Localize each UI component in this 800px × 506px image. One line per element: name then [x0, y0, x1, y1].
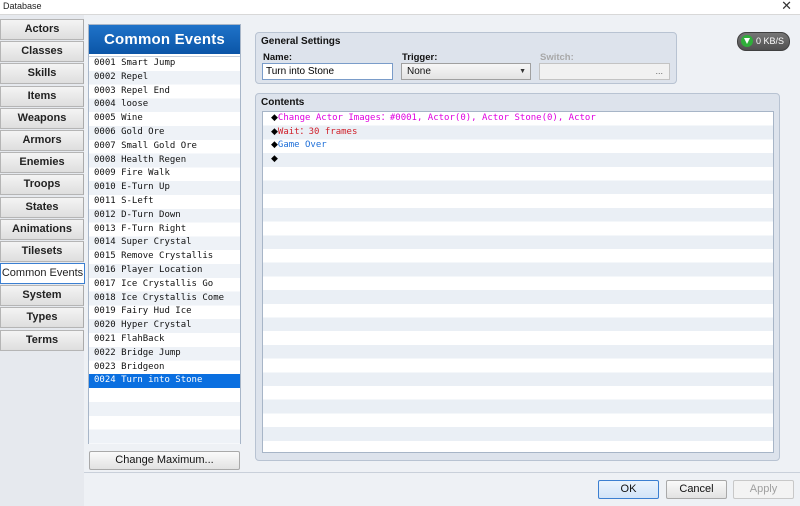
command-row[interactable]: ◆Change Actor Images：#0001, Actor(0), Ac…	[263, 112, 773, 126]
command-row[interactable]: ◆Wait：30 frames	[263, 126, 773, 140]
list-item[interactable]: 0009 Fire Walk	[89, 167, 240, 181]
tab-terms[interactable]: Terms	[0, 329, 84, 351]
list-item[interactable]: 0023 Bridgeon	[89, 361, 240, 375]
list-item[interactable]: 0021 FlahBack	[89, 333, 240, 347]
list-item[interactable]: 0018 Ice Crystallis Come	[89, 292, 240, 306]
list-item[interactable]: 0007 Small Gold Ore	[89, 140, 240, 154]
footer-divider	[84, 472, 800, 473]
switch-field: ...	[539, 63, 670, 80]
command-text: Change Actor Images：#0001, Actor(0), Act…	[277, 113, 596, 123]
command-text: Wait：30 frames	[277, 126, 358, 137]
network-speed-label: 0 KB/S	[756, 36, 785, 46]
tab-tilesets[interactable]: Tilesets	[0, 240, 84, 262]
common-events-list[interactable]: 0001 Smart Jump 0002 Repel 0003 Repel End 0…	[89, 56, 240, 444]
list-item[interactable]: 0017 Ice Crystallis Go	[89, 278, 240, 292]
change-maximum-button[interactable]: Change Maximum...	[89, 451, 240, 470]
common-events-panel: Common Events 0001 Smart Jump 0002 Repel 0…	[88, 24, 241, 444]
cancel-button[interactable]: Cancel	[666, 480, 727, 499]
command-diamond-icon: ◆	[271, 113, 278, 123]
list-item[interactable]: 0020 Hyper Crystal	[89, 319, 240, 333]
general-settings-title: General Settings	[261, 36, 341, 47]
list-item[interactable]: 0011 S-Left	[89, 195, 240, 209]
switch-label: Switch:	[540, 52, 574, 63]
list-item[interactable]: 0012 D-Turn Down	[89, 209, 240, 223]
command-text: Game Over	[277, 140, 327, 151]
apply-button[interactable]: Apply	[733, 480, 794, 499]
list-item[interactable]: 0010 E-Turn Up	[89, 181, 240, 195]
tab-troops[interactable]: Troops	[0, 174, 84, 196]
download-arrow-icon	[741, 35, 753, 47]
list-item[interactable]: 0001 Smart Jump	[89, 57, 240, 71]
tab-armors[interactable]: Armors	[0, 129, 84, 151]
trigger-value: None	[407, 66, 431, 77]
trigger-label: Trigger:	[402, 52, 438, 63]
switch-browse-button: ...	[655, 66, 663, 76]
tab-types[interactable]: Types	[0, 307, 84, 329]
tab-weapons[interactable]: Weapons	[0, 107, 84, 129]
list-header: Common Events	[89, 25, 240, 54]
tab-enemies[interactable]: Enemies	[0, 152, 84, 174]
list-item[interactable]: 0019 Fairy Hud Ice	[89, 305, 240, 319]
tab-animations[interactable]: Animations	[0, 218, 84, 240]
list-item[interactable]: 0005 Wine	[89, 112, 240, 126]
list-item[interactable]: 0016 Player Location	[89, 264, 240, 278]
list-item[interactable]: 0002 Repel	[89, 71, 240, 85]
tab-items[interactable]: Items	[0, 85, 84, 107]
trigger-select[interactable]: None ▼	[401, 63, 531, 80]
list-item[interactable]: 0008 Health Regen	[89, 154, 240, 168]
command-diamond-icon: ◆	[271, 126, 278, 137]
list-item[interactable]: 0006 Gold Ore	[89, 126, 240, 140]
list-item[interactable]: 0022 Bridge Jump	[89, 347, 240, 361]
list-item[interactable]: 0004 loose	[89, 98, 240, 112]
command-row[interactable]: ◆Game Over	[263, 139, 773, 153]
list-item[interactable]: 0015 Remove Crystallis	[89, 250, 240, 264]
name-label: Name:	[263, 52, 293, 63]
list-item[interactable]: 0013 F-Turn Right	[89, 223, 240, 237]
tab-states[interactable]: States	[0, 196, 84, 218]
command-row[interactable]: ◆	[263, 153, 773, 167]
close-icon[interactable]: ✕	[781, 0, 792, 14]
tab-system[interactable]: System	[0, 285, 84, 307]
title-bar: Database ✕	[0, 0, 800, 15]
chevron-down-icon: ▼	[519, 68, 526, 75]
tab-skills[interactable]: Skills	[0, 63, 84, 85]
list-item[interactable]: 0024 Turn into Stone	[89, 374, 240, 389]
network-speed-badge: 0 KB/S	[737, 32, 790, 51]
tab-classes[interactable]: Classes	[0, 41, 84, 63]
list-item[interactable]: 0014 Super Crystal	[89, 236, 240, 250]
database-tabs: Actors Classes Skills Items Weapons Armors Ene…	[0, 19, 85, 352]
tab-actors[interactable]: Actors	[0, 19, 84, 40]
tab-common-events[interactable]: Common Events	[0, 263, 85, 285]
name-input[interactable]: Turn into Stone	[262, 63, 393, 80]
ok-button[interactable]: OK	[598, 480, 659, 499]
contents-title: Contents	[261, 97, 305, 108]
command-diamond-icon: ◆	[271, 140, 278, 151]
event-command-list[interactable]: ◆Change Actor Images：#0001, Actor(0), Ac…	[262, 111, 774, 453]
window-title: Database	[3, 1, 42, 11]
list-item[interactable]: 0003 Repel End	[89, 85, 240, 99]
command-diamond-icon: ◆	[271, 154, 278, 165]
